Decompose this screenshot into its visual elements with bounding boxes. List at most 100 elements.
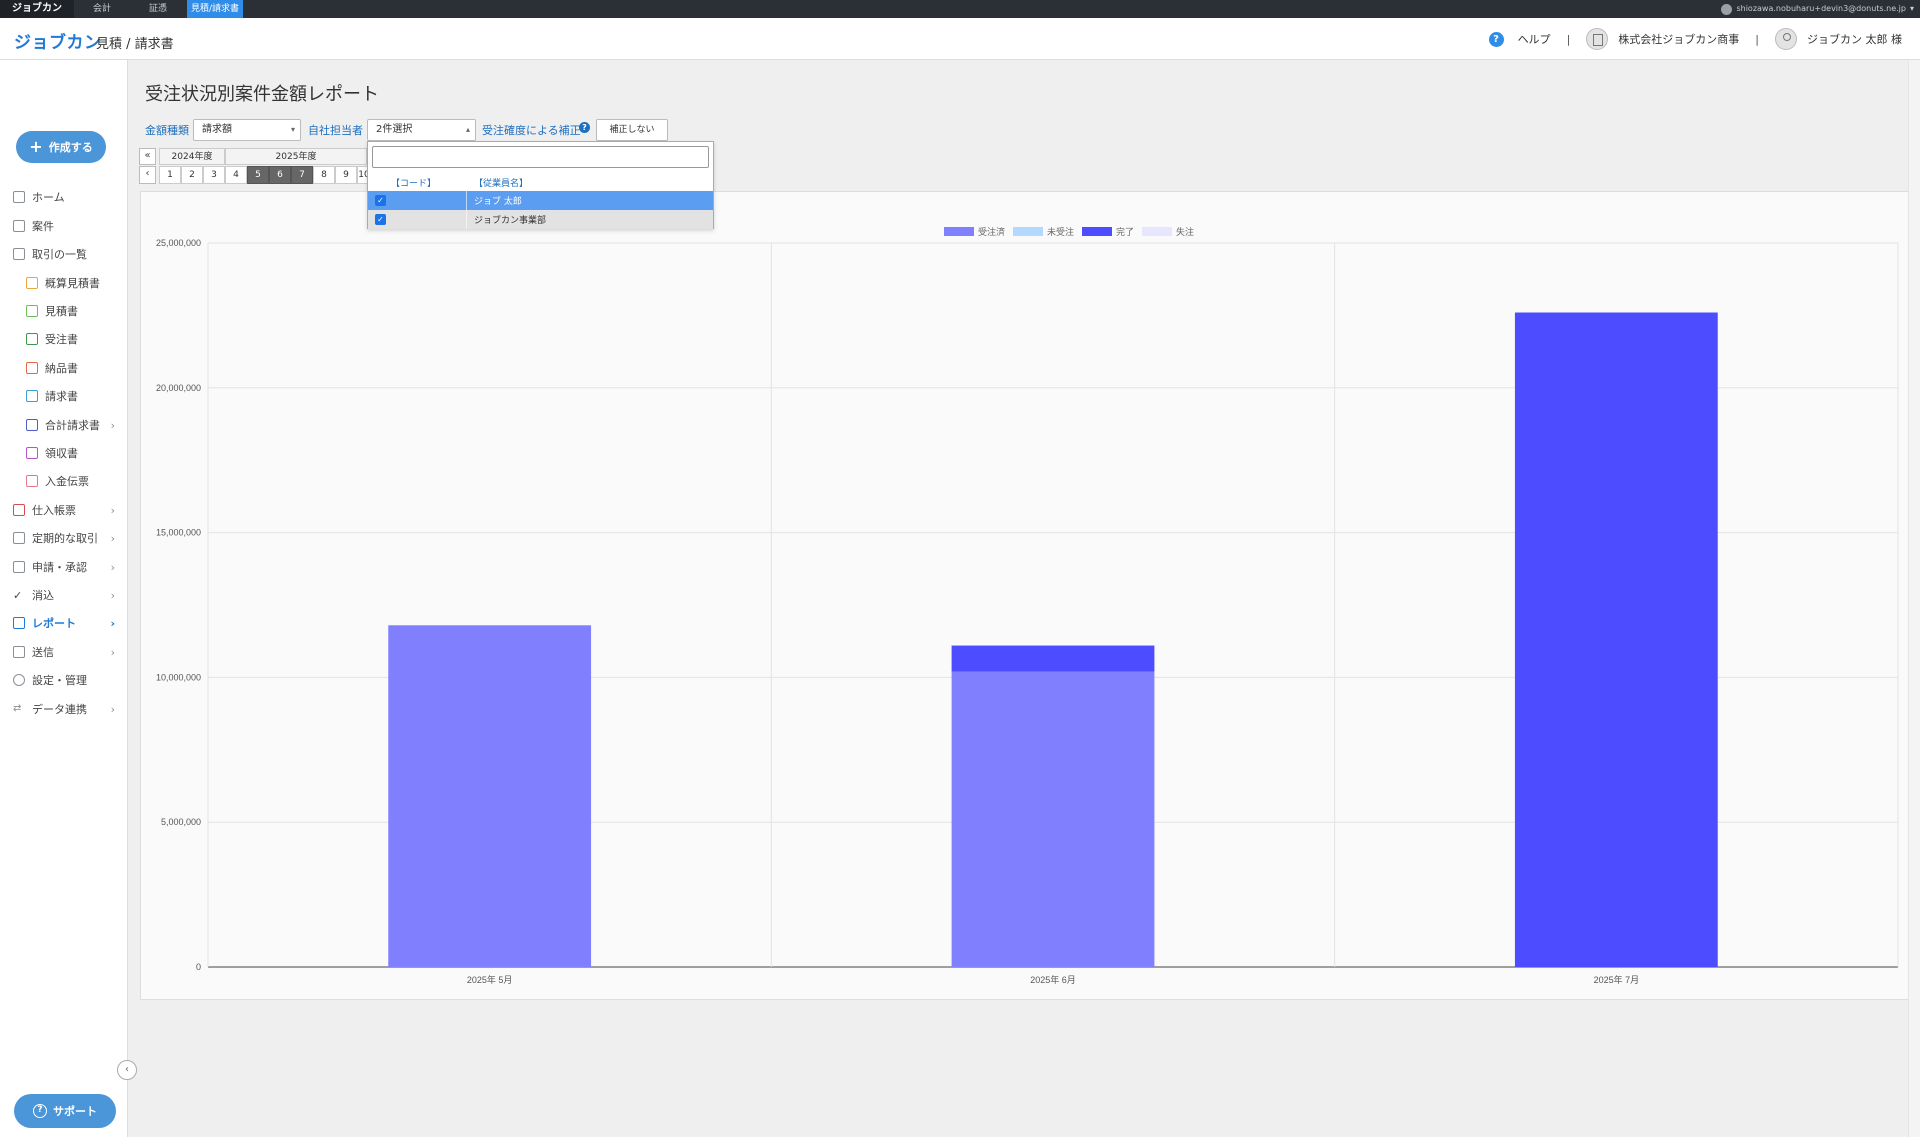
y-tick-label: 10,000,000 bbox=[156, 672, 201, 682]
amount-type-select[interactable]: 請求額 ▾ bbox=[193, 119, 301, 141]
owner-option[interactable]: ✓ ジョブカン事業部 bbox=[368, 210, 713, 229]
help-link[interactable]: ヘルプ bbox=[1518, 31, 1551, 47]
vertical-scrollbar[interactable] bbox=[1908, 60, 1920, 1137]
sidebar-item-reconcile[interactable]: ✓ 消込 › bbox=[0, 582, 127, 608]
code-column-header[interactable]: 【コード】 bbox=[391, 176, 436, 189]
checkbox-checked-icon[interactable]: ✓ bbox=[375, 214, 386, 225]
tab-receipts[interactable]: 証憑 bbox=[130, 0, 186, 18]
sidebar-item-receipt[interactable]: 領収書 bbox=[0, 440, 127, 466]
chevron-right-icon: › bbox=[110, 561, 115, 574]
sidebar-item-report[interactable]: レポート › bbox=[0, 610, 127, 636]
year-2025[interactable]: 2025年度 bbox=[225, 148, 367, 165]
sidebar-collapse-button[interactable]: ‹ bbox=[117, 1060, 137, 1080]
owner-search-input[interactable] bbox=[372, 146, 709, 168]
prev-year-button[interactable]: « bbox=[139, 148, 156, 165]
question-icon: ? bbox=[33, 1104, 47, 1118]
doc-icon bbox=[26, 305, 38, 317]
sidebar-item-delivery[interactable]: 納品書 bbox=[0, 355, 127, 381]
sidebar-item-transactions[interactable]: 取引の一覧 bbox=[0, 241, 127, 267]
y-tick-label: 25,000,000 bbox=[156, 238, 201, 248]
calendar-icon bbox=[13, 532, 25, 544]
sidebar-item-estimate[interactable]: 見積書 bbox=[0, 298, 127, 324]
user-name[interactable]: ジョブカン 太郎 様 bbox=[1807, 31, 1902, 47]
sidebar-item-label: 設定・管理 bbox=[32, 674, 87, 687]
year-2024[interactable]: 2024年度 bbox=[159, 148, 225, 165]
page-title: 受注状況別案件金額レポート bbox=[145, 84, 379, 105]
chevron-right-icon: › bbox=[110, 589, 115, 602]
tab-estimate-invoice[interactable]: 見積/請求書 bbox=[187, 0, 243, 18]
month-3[interactable]: 3 bbox=[203, 166, 225, 184]
doc-icon bbox=[26, 475, 38, 487]
account-menu[interactable]: shiozawa.nobuharu+devin3@donuts.ne.jp ▾ bbox=[1721, 0, 1914, 18]
tab-accounting[interactable]: 会計 bbox=[74, 0, 130, 18]
question-icon[interactable]: ? bbox=[579, 122, 590, 133]
owner-select[interactable]: 2件選択 ▴ bbox=[367, 119, 476, 141]
sidebar-item-label: 定期的な取引 bbox=[32, 532, 98, 545]
prev-month-button[interactable]: ‹ bbox=[139, 166, 156, 184]
sidebar-item-home[interactable]: ホーム bbox=[0, 184, 127, 210]
list-icon bbox=[13, 248, 25, 260]
brand-tab[interactable]: ジョブカン bbox=[0, 0, 74, 18]
support-button[interactable]: ? サポート bbox=[14, 1094, 116, 1128]
owner-dropdown: 【コード】 【従業員名】 ✓ ジョブ 太郎 ✓ ジョブカン事業部 bbox=[367, 141, 714, 229]
sidebar-item-purchase[interactable]: 仕入帳票 › bbox=[0, 497, 127, 523]
bar bbox=[388, 625, 592, 967]
checkbox-checked-icon[interactable]: ✓ bbox=[375, 195, 386, 206]
legend-label: 失注 bbox=[1176, 226, 1194, 238]
chart-panel: 25,000,000 20,000,000 15,000,000 10,000,000… bbox=[140, 191, 1910, 1000]
month-7[interactable]: 7 bbox=[291, 166, 313, 184]
dropdown-header: 【コード】 【従業員名】 bbox=[368, 172, 713, 190]
logo[interactable]: ジョブカン bbox=[14, 28, 102, 53]
sidebar-item-order[interactable]: 受注書 bbox=[0, 326, 127, 352]
owner-value: 2件選択 bbox=[376, 124, 413, 135]
chevron-right-icon: › bbox=[110, 617, 115, 630]
sidebar-item-invoice[interactable]: 請求書 bbox=[0, 383, 127, 409]
doc-icon bbox=[26, 333, 38, 345]
company-name[interactable]: 株式会社ジョブカン商事 bbox=[1618, 31, 1739, 47]
correction-label: 受注確度による補正 bbox=[482, 124, 581, 137]
sidebar-item-label: データ連携 bbox=[32, 703, 87, 716]
sidebar-item-send[interactable]: 送信 › bbox=[0, 639, 127, 665]
company-icon bbox=[1586, 28, 1609, 50]
sidebar-item-recurring[interactable]: 定期的な取引 › bbox=[0, 525, 127, 551]
help-icon[interactable]: ? bbox=[1488, 31, 1504, 47]
sidebar-item-label: 案件 bbox=[32, 220, 54, 233]
bar bbox=[951, 645, 1155, 672]
owner-option[interactable]: ✓ ジョブ 太郎 bbox=[368, 191, 713, 210]
sync-icon: ⇄ bbox=[13, 703, 22, 714]
month-9[interactable]: 9 bbox=[335, 166, 357, 184]
chevron-right-icon: › bbox=[110, 419, 115, 432]
x-tick-label: 2025年 7月 bbox=[1594, 974, 1640, 985]
sidebar-item-approval[interactable]: 申請・承認 › bbox=[0, 554, 127, 580]
y-tick-label: 0 bbox=[196, 962, 201, 972]
doc-icon bbox=[26, 390, 38, 402]
sidebar-item-data-integration[interactable]: ⇄ データ連携 › bbox=[0, 696, 127, 722]
sidebar-item-label: 請求書 bbox=[45, 390, 78, 403]
app-header: ジョブカン 見積 / 請求書 ? ヘルプ | 株式会社ジョブカン商事 | ジョブ… bbox=[0, 18, 1920, 60]
legend-label: 受注済 bbox=[978, 226, 1005, 238]
no-correction-button[interactable]: 補正しない bbox=[596, 119, 668, 141]
month-8[interactable]: 8 bbox=[313, 166, 335, 184]
clipboard-icon bbox=[13, 561, 25, 573]
divider bbox=[466, 210, 467, 229]
name-column-header[interactable]: 【従業員名】 bbox=[474, 176, 528, 189]
caret-down-icon: ▾ bbox=[290, 125, 295, 134]
create-button[interactable]: + 作成する bbox=[16, 131, 106, 163]
month-2[interactable]: 2 bbox=[181, 166, 203, 184]
sidebar-item-total-invoice[interactable]: 合計請求書 › bbox=[0, 412, 127, 438]
sidebar-item-label: レポート bbox=[32, 617, 76, 630]
month-5[interactable]: 5 bbox=[247, 166, 269, 184]
chevron-right-icon: › bbox=[110, 646, 115, 659]
sidebar-item-label: 納品書 bbox=[45, 362, 78, 375]
sidebar-item-payment-slip[interactable]: 入金伝票 bbox=[0, 468, 127, 494]
doc-icon bbox=[26, 277, 38, 289]
month-6[interactable]: 6 bbox=[269, 166, 291, 184]
user-icon bbox=[1775, 28, 1797, 50]
flag-icon bbox=[13, 220, 25, 232]
sidebar-item-rough-estimate[interactable]: 概算見積書 bbox=[0, 270, 127, 296]
month-1[interactable]: 1 bbox=[159, 166, 181, 184]
month-4[interactable]: 4 bbox=[225, 166, 247, 184]
sidebar-item-settings[interactable]: 設定・管理 bbox=[0, 667, 127, 693]
sidebar-item-projects[interactable]: 案件 bbox=[0, 213, 127, 239]
product-name: 見積 / 請求書 bbox=[96, 37, 174, 52]
